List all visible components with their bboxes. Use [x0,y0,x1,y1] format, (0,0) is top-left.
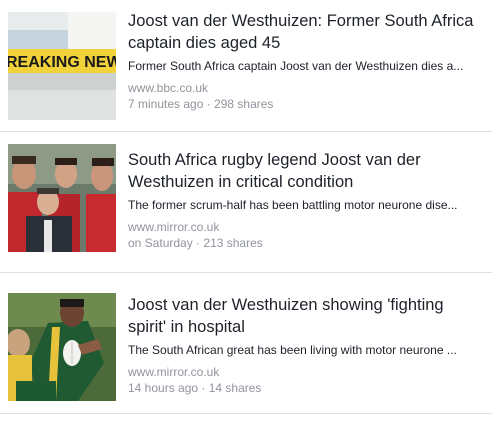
news-meta: 7 minutes ago · 298 shares [128,96,482,112]
news-thumbnail-rugby-action[interactable] [8,293,116,401]
news-shares[interactable]: 14 shares [209,381,262,395]
news-text-block: Joost van der Westhuizen: Former South A… [128,10,482,112]
meta-separator: · [198,381,209,395]
news-item-mirror-critical[interactable]: South Africa rugby legend Joost van der … [0,132,492,273]
news-time: on Saturday [128,236,193,250]
news-domain: www.bbc.co.uk [128,81,209,95]
news-headline[interactable]: Joost van der Westhuizen showing 'fighti… [128,294,482,338]
news-meta: on Saturday · 213 shares [128,235,482,251]
news-shares[interactable]: 213 shares [203,236,262,250]
news-summary: The former scrum-half has been battling … [128,198,458,212]
news-domain: www.mirror.co.uk [128,220,220,234]
news-domain: www.mirror.co.uk [128,365,220,379]
news-thumbnail-players-photo[interactable] [8,144,116,252]
news-feed: REAKING NEW Joost van der Westhuizen: Fo… [0,0,492,421]
news-summary: Former South Africa captain Joost van de… [128,59,464,73]
news-headline[interactable]: South Africa rugby legend Joost van der … [128,149,482,193]
news-item-bbc[interactable]: REAKING NEW Joost van der Westhuizen: Fo… [0,0,492,132]
news-meta: 14 hours ago · 14 shares [128,380,482,396]
news-text-block: Joost van der Westhuizen showing 'fighti… [128,294,482,396]
news-shares[interactable]: 298 shares [214,97,273,111]
news-headline[interactable]: Joost van der Westhuizen: Former South A… [128,10,482,54]
news-time: 14 hours ago [128,381,199,395]
news-summary: The South African great has been living … [128,343,457,357]
news-text-block: South Africa rugby legend Joost van der … [128,149,482,251]
breaking-news-text: REAKING NEW [8,54,116,71]
news-item-mirror-fighting-spirit[interactable]: Joost van der Westhuizen showing 'fighti… [0,273,492,414]
news-thumbnail-breaking-news[interactable]: REAKING NEW [8,12,116,120]
news-time: 7 minutes ago [128,97,204,111]
meta-separator: · [192,236,204,250]
meta-separator: · [203,97,215,111]
